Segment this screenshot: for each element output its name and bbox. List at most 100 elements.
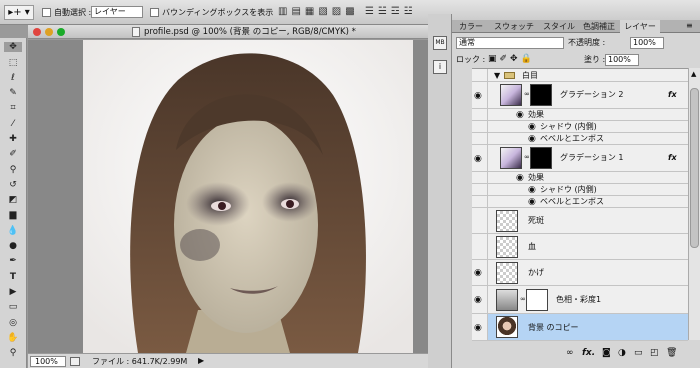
close-window-button[interactable] — [33, 28, 41, 36]
cheek-bruise — [180, 229, 220, 261]
shape-tool-button[interactable]: ▭ — [4, 302, 22, 312]
visibility-eye-icon[interactable]: ◉ — [528, 185, 536, 195]
effects-row[interactable]: ◉ 効果 — [472, 172, 688, 184]
visibility-eye-icon[interactable]: ◉ — [528, 134, 536, 144]
effect-inner-shadow[interactable]: ◉ シャドウ (内側) — [472, 184, 688, 196]
history-brush-tool-button[interactable]: ↺ — [4, 180, 22, 190]
effects-row[interactable]: ◉ 効果 — [472, 109, 688, 121]
bounding-box-label: バウンディングボックスを表示 — [162, 8, 274, 17]
3d-tool-button[interactable]: ◎ — [4, 318, 22, 328]
fill-label: 塗り : — [584, 55, 606, 64]
layer-list-scrollbar[interactable]: ▲ — [688, 68, 700, 340]
blur-tool-button[interactable]: 💧 — [4, 226, 22, 236]
hand-tool-button[interactable]: ✋ — [4, 333, 22, 343]
lasso-tool-button[interactable]: ℓ — [4, 73, 22, 83]
toolbox: ✥ ⬚ ℓ ✎ ⌗ ⁄ ✚ ✐ ⚲ ↺ ◩ ▆ 💧 ● ✒ T ▶ ▭ ◎ ✋ … — [0, 38, 27, 368]
layer-thumbnail — [496, 316, 518, 338]
link-layers-icon[interactable]: ∞ — [566, 348, 574, 358]
status-icon — [70, 357, 80, 366]
move-tool-icon[interactable]: ▸+ ▾ — [4, 5, 34, 20]
layer-row-hue-saturation[interactable]: ◉ ∞ 色相・彩度1 — [472, 286, 688, 314]
gradient-tool-button[interactable]: ▆ — [4, 210, 22, 220]
minimize-window-button[interactable] — [45, 28, 53, 36]
layer-thumbnail — [500, 84, 522, 106]
visibility-eye-icon[interactable]: ◉ — [516, 110, 524, 120]
layer-row-background-copy[interactable]: ◉ 背景 のコピー — [472, 314, 688, 341]
quick-select-tool-button[interactable]: ✎ — [4, 88, 22, 98]
new-adjustment-layer-icon[interactable]: ◑ — [618, 348, 626, 358]
fill-field[interactable]: 100% — [605, 54, 639, 66]
dodge-tool-button[interactable]: ● — [4, 241, 22, 251]
effect-bevel-emboss[interactable]: ◉ ベベルとエンボス — [472, 133, 688, 145]
effect-name: ベベルとエンボス — [540, 197, 604, 206]
layer-row-blood[interactable]: 血 — [472, 234, 688, 260]
visibility-eye-icon[interactable]: ◉ — [474, 323, 482, 333]
layer-row-gradient-1[interactable]: ◉ ∞ グラデーション 1 fx — [472, 145, 688, 172]
layer-row-spots[interactable]: 死斑 — [472, 208, 688, 234]
layer-row-gradient-2[interactable]: ◉ ∞ グラデーション 2 fx — [472, 82, 688, 109]
visibility-eye-icon[interactable]: ◉ — [474, 268, 482, 278]
link-icon: ∞ — [524, 153, 530, 161]
eyedropper-tool-button[interactable]: ⁄ — [4, 119, 22, 129]
zoom-window-button[interactable] — [57, 28, 65, 36]
effect-name: シャドウ (内側) — [540, 185, 597, 194]
visibility-eye-icon[interactable]: ◉ — [528, 122, 536, 132]
effect-bevel-emboss[interactable]: ◉ ベベルとエンボス — [472, 196, 688, 208]
link-icon: ∞ — [520, 295, 526, 303]
scroll-thumb[interactable] — [690, 88, 699, 248]
pen-tool-button[interactable]: ✒ — [4, 256, 22, 266]
tab-layers[interactable]: レイヤー — [620, 20, 660, 33]
tab-swatches[interactable]: スウォッチ — [489, 20, 539, 33]
new-layer-icon[interactable]: ◰ — [650, 348, 659, 358]
canvas-area[interactable] — [28, 40, 428, 353]
layer-name: 死斑 — [528, 216, 544, 225]
layer-panel-footer: ∞ fx. ◙ ◑ ▭ ◰ 🗑 — [452, 345, 700, 368]
crop-tool-button[interactable]: ⌗ — [4, 103, 22, 113]
layer-row-shadow[interactable]: ◉ かげ — [472, 260, 688, 286]
zoom-field[interactable]: 100% — [30, 356, 66, 367]
visibility-eye-icon[interactable]: ◉ — [474, 295, 482, 305]
tab-color[interactable]: カラー — [454, 20, 488, 33]
visibility-eye-icon[interactable]: ◉ — [474, 154, 482, 164]
lock-label: ロック : — [456, 55, 486, 64]
delete-layer-icon[interactable]: 🗑 — [666, 348, 677, 358]
visibility-eye-icon[interactable]: ◉ — [474, 91, 482, 101]
tab-adjustments[interactable]: 色調補正 — [579, 20, 619, 33]
show-bounding-box-checkbox[interactable] — [150, 8, 159, 17]
new-group-icon[interactable]: ▭ — [634, 348, 643, 358]
visibility-eye-icon[interactable]: ◉ — [528, 197, 536, 207]
move-tool-button[interactable]: ✥ — [4, 42, 22, 52]
stamp-tool-button[interactable]: ⚲ — [4, 165, 22, 175]
auto-select-dropdown[interactable]: レイヤー — [91, 6, 143, 18]
status-bar: 100% ファイル : 641.7K/2.99M ▶ — [28, 353, 428, 368]
add-layer-style-icon[interactable]: fx. — [582, 348, 595, 358]
layer-name: 血 — [528, 242, 536, 251]
effects-label: 効果 — [528, 110, 544, 119]
lock-icons[interactable]: ▣✐✥🔒 — [488, 54, 535, 64]
disclosure-triangle-icon[interactable]: ▼ — [494, 71, 500, 80]
brush-tool-button[interactable]: ✐ — [4, 149, 22, 159]
healing-tool-button[interactable]: ✚ — [4, 134, 22, 144]
document-image[interactable] — [28, 40, 428, 353]
auto-select-checkbox[interactable] — [42, 8, 51, 17]
tab-styles[interactable]: スタイル — [540, 20, 578, 33]
effect-inner-shadow[interactable]: ◉ シャドウ (内側) — [472, 121, 688, 133]
layer-row-group[interactable]: ▼ 白目 — [472, 69, 688, 82]
type-tool-button[interactable]: T — [4, 272, 22, 282]
panel-menu-icon[interactable]: ≡ — [686, 21, 693, 30]
layer-thumbnail — [496, 236, 518, 258]
zoom-tool-button[interactable]: ⚲ — [4, 348, 22, 358]
marquee-tool-button[interactable]: ⬚ — [4, 58, 22, 68]
histogram-panel-icon[interactable]: MB — [433, 36, 447, 50]
visibility-eye-icon[interactable]: ◉ — [516, 173, 524, 183]
face — [174, 117, 318, 333]
opacity-field[interactable]: 100% — [630, 37, 664, 49]
path-select-tool-button[interactable]: ▶ — [4, 287, 22, 297]
blend-mode-dropdown[interactable]: 通常 — [456, 37, 564, 49]
info-panel-icon[interactable]: i — [433, 60, 447, 74]
scroll-up-arrow[interactable]: ▲ — [691, 70, 696, 78]
status-menu-arrow[interactable]: ▶ — [198, 356, 204, 365]
left-iris — [218, 202, 226, 210]
eraser-tool-button[interactable]: ◩ — [4, 195, 22, 205]
add-mask-icon[interactable]: ◙ — [602, 348, 611, 358]
